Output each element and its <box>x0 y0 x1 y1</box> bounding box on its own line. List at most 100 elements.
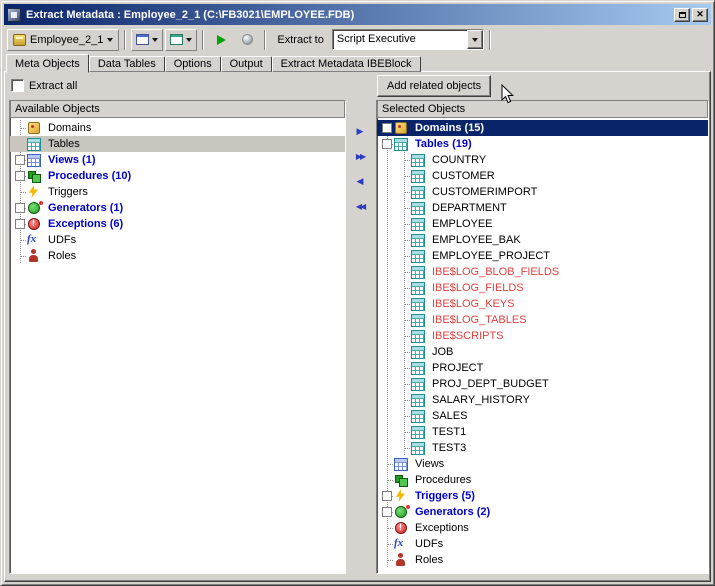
tree-item-department[interactable]: DEPARTMENT <box>377 200 708 216</box>
tree-item-tables-19-[interactable]: - Tables (19) <box>377 136 708 152</box>
combobox-dropdown-button[interactable] <box>466 30 483 49</box>
toolbar: Employee_2_1 Extract to Script Executive <box>4 26 711 53</box>
toolbar-split-button-2[interactable] <box>165 28 198 51</box>
tree-item-label: IBE$SCRIPTS <box>432 330 504 342</box>
extract-to-combobox[interactable]: Script Executive <box>331 29 484 50</box>
database-selector[interactable]: Employee_2_1 <box>7 28 120 51</box>
tree-item-roles[interactable]: Roles <box>10 248 345 264</box>
move-all-left-button[interactable]: ◀◀ <box>349 197 371 217</box>
tree-item-triggers[interactable]: Triggers <box>10 184 345 200</box>
expand-plus-icon[interactable]: + <box>14 168 27 184</box>
move-selected-left-button[interactable]: ◀ <box>349 172 371 192</box>
tree-item-label: DEPARTMENT <box>432 202 507 214</box>
table-icon <box>411 185 427 199</box>
tree-item-generators-2-[interactable]: + Generators (2) <box>377 504 708 520</box>
tree-item-employee-bak[interactable]: EMPLOYEE_BAK <box>377 232 708 248</box>
extract-all-label: Extract all <box>29 79 78 92</box>
tree-item-label: Procedures <box>415 474 472 486</box>
tree-item-salary-history[interactable]: SALARY_HISTORY <box>377 392 708 408</box>
tree-item-ibe$scripts[interactable]: IBE$SCRIPTS <box>377 328 708 344</box>
tree-item-views[interactable]: Views <box>377 456 708 472</box>
tree-item-employee-project[interactable]: EMPLOYEE_PROJECT <box>377 248 708 264</box>
restore-button[interactable] <box>674 7 690 22</box>
tree-item-udfs[interactable]: UDFs <box>377 536 708 552</box>
exception-icon <box>27 217 43 231</box>
table-icon <box>411 329 427 343</box>
tree-item-ibe$log-blob-fields[interactable]: IBE$LOG_BLOB_FIELDS <box>377 264 708 280</box>
tree-item-label: Views <box>415 458 445 470</box>
table-icon <box>394 137 410 151</box>
extract-all-checkbox-row[interactable]: Extract all <box>11 79 77 92</box>
tree-item-employee[interactable]: EMPLOYEE <box>377 216 708 232</box>
table-icon <box>411 441 427 455</box>
expand-plus-icon[interactable]: + <box>14 216 27 232</box>
tree-item-job[interactable]: JOB <box>377 344 708 360</box>
tab-meta-objects[interactable]: Meta Objects <box>6 54 89 73</box>
tab-extract-metadata-ibeblock[interactable]: Extract Metadata IBEBlock <box>271 56 421 72</box>
tree-item-domains-15-[interactable]: + Domains (15) <box>377 120 708 136</box>
close-button[interactable]: ✕ <box>692 7 708 22</box>
tree-item-test1[interactable]: TEST1 <box>377 424 708 440</box>
expand-plus-icon[interactable]: + <box>14 152 27 168</box>
expand-plus-icon[interactable]: + <box>381 504 394 520</box>
tree-item-proj-dept-budget[interactable]: PROJ_DEPT_BUDGET <box>377 376 708 392</box>
tree-item-test3[interactable]: TEST3 <box>377 440 708 456</box>
tree-item-label: UDFs <box>415 538 444 550</box>
expand-plus-icon[interactable]: + <box>381 488 394 504</box>
tree-item-triggers-5-[interactable]: + Triggers (5) <box>377 488 708 504</box>
tree-item-project[interactable]: PROJECT <box>377 360 708 376</box>
tree-item-ibe$log-fields[interactable]: IBE$LOG_FIELDS <box>377 280 708 296</box>
tree-item-udfs[interactable]: UDFs <box>10 232 345 248</box>
tree-item-procedures-10-[interactable]: + Procedures (10) <box>10 168 345 184</box>
trigger-icon <box>394 489 410 503</box>
move-all-right-button[interactable]: ▶▶ <box>349 147 371 167</box>
expand-plus-icon[interactable]: + <box>381 120 394 136</box>
tab-data-tables[interactable]: Data Tables <box>88 56 165 72</box>
tab-options[interactable]: Options <box>164 56 221 72</box>
tree-item-label: COUNTRY <box>432 154 487 166</box>
table-icon <box>411 313 427 327</box>
toolbar-separator <box>124 29 127 50</box>
close-icon: ✕ <box>696 9 704 19</box>
tree-item-procedures[interactable]: Procedures <box>377 472 708 488</box>
table-icon <box>27 137 43 151</box>
tree-item-customer[interactable]: CUSTOMER <box>377 168 708 184</box>
extract-all-checkbox[interactable] <box>11 79 24 92</box>
tree-item-exceptions[interactable]: Exceptions <box>377 520 708 536</box>
table-icon <box>411 345 427 359</box>
add-related-objects-button[interactable]: Add related objects <box>377 75 492 97</box>
stop-button[interactable] <box>235 29 259 51</box>
table-icon <box>411 361 427 375</box>
start-extract-button[interactable] <box>209 29 233 51</box>
transfer-buttons: ▶ ▶▶ ◀ ◀◀ <box>347 122 373 222</box>
tab-output[interactable]: Output <box>220 56 272 72</box>
tree-item-ibe$log-tables[interactable]: IBE$LOG_TABLES <box>377 312 708 328</box>
expand-plus-icon[interactable]: + <box>14 200 27 216</box>
tree-item-country[interactable]: COUNTRY <box>377 152 708 168</box>
role-icon <box>394 553 410 567</box>
tree-item-roles[interactable]: Roles <box>377 552 708 568</box>
tree-item-generators-1-[interactable]: + Generators (1) <box>10 200 345 216</box>
toolbar-split-button-1[interactable] <box>131 28 164 51</box>
tree-item-tables[interactable]: Tables <box>10 136 345 152</box>
table-icon <box>411 281 427 295</box>
titlebar[interactable]: Extract Metadata : Employee_2_1 (C:\FB30… <box>4 4 711 25</box>
tree-item-label: SALES <box>432 410 468 422</box>
table-icon <box>411 153 427 167</box>
tree-item-sales[interactable]: SALES <box>377 408 708 424</box>
tree-item-domains[interactable]: Domains <box>10 120 345 136</box>
tree-item-ibe$log-keys[interactable]: IBE$LOG_KEYS <box>377 296 708 312</box>
tree-item-views-1-[interactable]: + Views (1) <box>10 152 345 168</box>
available-objects-tree: Domains Tables + Views (1) + Procedures (10) T… <box>10 118 345 573</box>
window-controls: ✕ <box>674 7 708 22</box>
tree-item-customerimport[interactable]: CUSTOMERIMPORT <box>377 184 708 200</box>
tree-item-label: EMPLOYEE_PROJECT <box>432 250 550 262</box>
tree-item-exceptions-6-[interactable]: + Exceptions (6) <box>10 216 345 232</box>
collapse-minus-icon[interactable]: - <box>381 136 394 152</box>
move-selected-right-button[interactable]: ▶ <box>349 122 371 142</box>
